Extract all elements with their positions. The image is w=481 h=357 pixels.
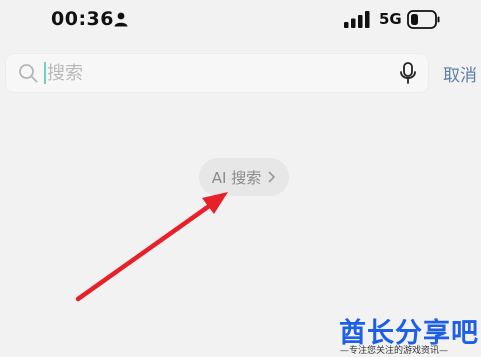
chevron-right-icon — [268, 171, 276, 183]
cancel-button[interactable]: 取消 — [443, 61, 477, 86]
watermark-subtitle: —专注您关注的游戏资讯— — [340, 346, 449, 356]
mic-icon[interactable] — [399, 62, 417, 84]
search-input[interactable] — [47, 59, 377, 87]
signal-icon — [344, 11, 370, 28]
ai-search-button[interactable]: AI 搜索 — [199, 158, 289, 196]
status-bar: 00:36 5G — [0, 0, 481, 40]
search-icon — [19, 64, 38, 83]
person-icon — [114, 12, 128, 27]
status-time: 00:36 — [51, 8, 114, 30]
search-box[interactable] — [5, 53, 429, 93]
search-screen: 00:36 5G 取消 AI 搜索 — [0, 0, 481, 357]
ai-search-label: AI 搜索 — [211, 168, 262, 187]
battery-icon — [407, 10, 440, 29]
text-cursor — [44, 62, 46, 84]
network-type: 5G — [379, 10, 402, 28]
